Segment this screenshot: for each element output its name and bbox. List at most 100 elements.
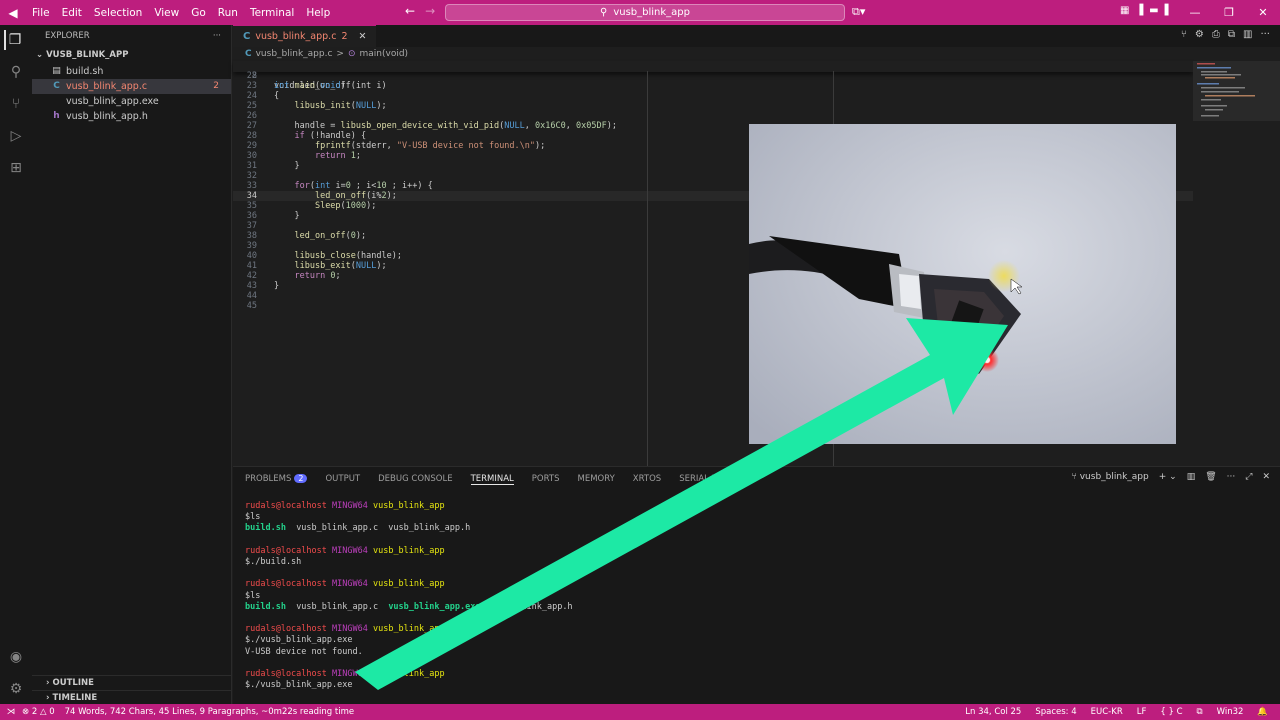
notifications-bell-icon[interactable]: 🔔 <box>1257 707 1268 717</box>
source-control-icon[interactable]: ⑂ <box>6 94 26 114</box>
file-vusb-blink-app-c[interactable]: C vusb_blink_app.c 2 <box>32 79 231 94</box>
menu-edit[interactable]: Edit <box>56 7 88 19</box>
encoding[interactable]: EUC-KR <box>1091 707 1123 717</box>
split-editor-icon[interactable]: ▥ <box>1243 29 1252 40</box>
indentation[interactable]: Spaces: 4 <box>1035 707 1076 717</box>
code-text: led_on_off(0); <box>294 231 367 241</box>
code-text: int main(void) <box>274 81 346 91</box>
code-line[interactable]: 22 <box>233 71 1193 81</box>
close-panel-icon[interactable]: ✕ <box>1262 472 1270 482</box>
breadcrumb-symbol[interactable]: main(void) <box>360 49 409 59</box>
tab-ports[interactable]: PORTS <box>532 474 560 484</box>
explorer-icon[interactable]: ❐ <box>4 30 24 50</box>
close-window-icon[interactable]: ✕ <box>1246 0 1280 25</box>
toggle-panel-icon[interactable]: ▬ <box>1149 5 1158 16</box>
menu-terminal[interactable]: Terminal <box>244 7 300 19</box>
code-line[interactable]: 23 int main(void) <box>233 81 1193 91</box>
menu-selection[interactable]: Selection <box>88 7 148 19</box>
end-of-line[interactable]: LF <box>1137 707 1147 717</box>
tab-serial-monitor[interactable]: SERIAL MONITOR <box>679 474 752 484</box>
menu-help[interactable]: Help <box>300 7 336 19</box>
code-line[interactable]: 25 libusb_init(NULL); <box>233 101 1193 111</box>
file-label: build.sh <box>66 66 104 77</box>
code-line[interactable]: 24 { <box>233 91 1193 101</box>
line-number: 39 <box>246 241 257 251</box>
terminal-output[interactable]: rudals@localhost MINGW64 vusb_blink_app … <box>245 501 573 691</box>
line-number: 27 <box>246 121 257 131</box>
problems-status[interactable]: ⊗ 2 △ 0 <box>22 707 55 717</box>
menu-run[interactable]: Run <box>212 7 244 19</box>
ruler <box>647 71 648 466</box>
chevron-right-icon: › <box>46 678 50 688</box>
breadcrumb-file[interactable]: vusb_blink_app.c <box>256 49 333 59</box>
file-vusb-blink-app-exe[interactable]: vusb_blink_app.exe <box>32 94 231 109</box>
command-center-search[interactable]: ⚲ vusb_blink_app <box>445 4 845 21</box>
status-bar: ⋊ ⊗ 2 △ 0 74 Words, 742 Chars, 45 Lines,… <box>0 704 1280 720</box>
terminal-instance[interactable]: ⑂ vusb_blink_app <box>1071 472 1148 482</box>
line-number: 45 <box>246 301 257 311</box>
restore-icon[interactable]: ❐ <box>1212 0 1246 25</box>
tab-label: vusb_blink_app.c <box>255 31 337 42</box>
run-debug-icon[interactable]: ▷ <box>6 126 26 146</box>
code-line[interactable]: 26 <box>233 111 1193 121</box>
terminal-output-line: vusb_blink_app.h <box>480 601 573 612</box>
more-actions-icon[interactable]: ··· <box>1260 29 1270 40</box>
file-build-sh[interactable]: ▤ build.sh <box>32 64 231 79</box>
tab-debug-console[interactable]: DEBUG CONSOLE <box>378 474 452 484</box>
tab-terminal[interactable]: TERMINAL <box>470 474 514 485</box>
compare-icon[interactable]: ⑂ <box>1181 29 1187 40</box>
tab-vusb-blink-app-c[interactable]: C vusb_blink_app.c 2 ✕ <box>233 25 377 47</box>
terminal-output-line: vusb_blink_app.exe <box>388 601 481 612</box>
line-number: 36 <box>246 211 257 221</box>
tab-xrtos[interactable]: XRTOS <box>633 474 661 484</box>
prompt-line: rudals@localhost MINGW64 vusb_blink_app <box>245 669 445 680</box>
cursor-position[interactable]: Ln 34, Col 25 <box>965 707 1021 717</box>
new-terminal-icon[interactable]: + ⌄ <box>1159 472 1177 482</box>
prompt-line: rudals@localhost MINGW64 vusb_blink_app <box>245 545 445 556</box>
close-icon[interactable]: ✕ <box>358 31 366 42</box>
menu-go[interactable]: Go <box>185 7 212 19</box>
menu-view[interactable]: View <box>148 7 185 19</box>
explorer-title: EXPLORER <box>45 31 90 41</box>
copilot-icon[interactable]: ⧉▾ <box>852 5 865 19</box>
file-vusb-blink-app-h[interactable]: h vusb_blink_app.h <box>32 109 231 124</box>
line-number: 31 <box>246 161 257 171</box>
forward-arrow-icon[interactable]: → <box>425 4 435 18</box>
settings-icon[interactable]: ⚙ <box>1195 29 1204 40</box>
tab-memory[interactable]: MEMORY <box>578 474 615 484</box>
outline-section[interactable]: › OUTLINE <box>32 675 232 690</box>
customize-layout-icon[interactable]: ▦ <box>1120 5 1129 16</box>
minimize-icon[interactable]: — <box>1178 0 1212 25</box>
minimap[interactable] <box>1193 61 1280 461</box>
toggle-primary-sidebar-icon[interactable]: ▐ <box>1135 5 1143 16</box>
language-mode[interactable]: { } C <box>1160 707 1182 717</box>
word-count[interactable]: 74 Words, 742 Chars, 45 Lines, 9 Paragra… <box>65 707 354 717</box>
print-icon[interactable]: ⎙ <box>1212 29 1220 40</box>
split-terminal-icon[interactable]: ▥ <box>1187 472 1196 482</box>
line-number: 23 <box>246 81 257 91</box>
remote-icon[interactable]: ⋊ <box>0 707 22 717</box>
tab-label: PROBLEMS <box>245 474 292 484</box>
back-arrow-icon[interactable]: ← <box>405 4 415 18</box>
line-number: 34 <box>246 191 257 201</box>
manage-gear-icon[interactable]: ⚙ <box>6 679 26 699</box>
preview-icon[interactable]: ⧉ <box>1228 29 1235 40</box>
maximize-panel-icon[interactable]: ⤢ <box>1245 472 1252 482</box>
c-file-icon: C <box>53 81 60 91</box>
platform[interactable]: Win32 <box>1217 707 1244 717</box>
tab-problems[interactable]: PROBLEMS 2 <box>245 474 308 484</box>
search-view-icon[interactable]: ⚲ <box>6 62 26 82</box>
more-actions-icon[interactable]: ··· <box>1227 472 1236 482</box>
extensions-icon[interactable]: ⊞ <box>6 158 26 178</box>
account-icon[interactable]: ◉ <box>6 647 26 667</box>
timeline-section[interactable]: › TIMELINE <box>32 690 232 705</box>
line-number: 32 <box>246 171 257 181</box>
more-actions-icon[interactable]: ··· <box>213 26 221 46</box>
trash-icon[interactable]: 🗑 <box>1205 472 1216 482</box>
copilot-status-icon[interactable]: ⧉ <box>1197 707 1203 717</box>
folder-vusb-blink-app[interactable]: ⌄ VUSB_BLINK_APP <box>32 46 231 64</box>
menu-file[interactable]: File <box>26 7 56 19</box>
toggle-secondary-sidebar-icon[interactable]: ▌ <box>1165 5 1173 16</box>
line-number: 43 <box>246 281 257 291</box>
tab-output[interactable]: OUTPUT <box>325 474 360 484</box>
